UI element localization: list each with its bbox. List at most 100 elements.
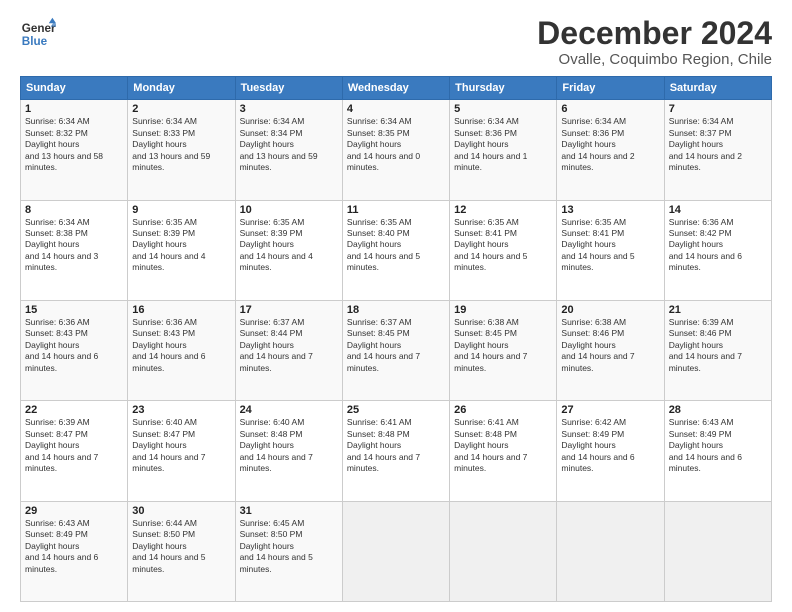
page: General Blue December 2024 Ovalle, Coqui…: [0, 0, 792, 612]
weekday-header-wednesday: Wednesday: [342, 77, 449, 100]
day-number: 8: [25, 204, 123, 216]
day-info: Sunrise: 6:39 AMSunset: 8:47 PMDaylight …: [25, 417, 123, 474]
day-info: Sunrise: 6:34 AMSunset: 8:35 PMDaylight …: [347, 116, 445, 173]
calendar-week-1: 1 Sunrise: 6:34 AMSunset: 8:32 PMDayligh…: [21, 100, 772, 200]
calendar-cell: 28 Sunrise: 6:43 AMSunset: 8:49 PMDaylig…: [664, 401, 771, 501]
day-number: 3: [240, 103, 338, 115]
calendar-cell: 6 Sunrise: 6:34 AMSunset: 8:36 PMDayligh…: [557, 100, 664, 200]
day-info: Sunrise: 6:35 AMSunset: 8:39 PMDaylight …: [132, 217, 230, 274]
calendar-week-2: 8 Sunrise: 6:34 AMSunset: 8:38 PMDayligh…: [21, 200, 772, 300]
day-info: Sunrise: 6:41 AMSunset: 8:48 PMDaylight …: [454, 417, 552, 474]
day-number: 11: [347, 204, 445, 216]
calendar-cell: 2 Sunrise: 6:34 AMSunset: 8:33 PMDayligh…: [128, 100, 235, 200]
day-info: Sunrise: 6:38 AMSunset: 8:45 PMDaylight …: [454, 317, 552, 374]
day-number: 2: [132, 103, 230, 115]
weekday-header-sunday: Sunday: [21, 77, 128, 100]
weekday-header-friday: Friday: [557, 77, 664, 100]
calendar-cell: 18 Sunrise: 6:37 AMSunset: 8:45 PMDaylig…: [342, 300, 449, 400]
calendar-cell: 12 Sunrise: 6:35 AMSunset: 8:41 PMDaylig…: [450, 200, 557, 300]
calendar-cell: 13 Sunrise: 6:35 AMSunset: 8:41 PMDaylig…: [557, 200, 664, 300]
calendar-cell: 9 Sunrise: 6:35 AMSunset: 8:39 PMDayligh…: [128, 200, 235, 300]
day-info: Sunrise: 6:45 AMSunset: 8:50 PMDaylight …: [240, 518, 338, 575]
weekday-header-saturday: Saturday: [664, 77, 771, 100]
day-info: Sunrise: 6:36 AMSunset: 8:43 PMDaylight …: [25, 317, 123, 374]
calendar-body: 1 Sunrise: 6:34 AMSunset: 8:32 PMDayligh…: [21, 100, 772, 602]
calendar-cell: 22 Sunrise: 6:39 AMSunset: 8:47 PMDaylig…: [21, 401, 128, 501]
day-number: 18: [347, 304, 445, 316]
day-number: 6: [561, 103, 659, 115]
day-info: Sunrise: 6:34 AMSunset: 8:36 PMDaylight …: [561, 116, 659, 173]
day-number: 22: [25, 404, 123, 416]
calendar-cell: 1 Sunrise: 6:34 AMSunset: 8:32 PMDayligh…: [21, 100, 128, 200]
title-block: December 2024 Ovalle, Coquimbo Region, C…: [537, 16, 772, 68]
svg-text:General: General: [22, 22, 56, 35]
calendar-cell: 24 Sunrise: 6:40 AMSunset: 8:48 PMDaylig…: [235, 401, 342, 501]
day-number: 19: [454, 304, 552, 316]
subtitle: Ovalle, Coquimbo Region, Chile: [537, 51, 772, 68]
day-info: Sunrise: 6:39 AMSunset: 8:46 PMDaylight …: [669, 317, 767, 374]
day-info: Sunrise: 6:42 AMSunset: 8:49 PMDaylight …: [561, 417, 659, 474]
calendar-cell: 16 Sunrise: 6:36 AMSunset: 8:43 PMDaylig…: [128, 300, 235, 400]
calendar-week-4: 22 Sunrise: 6:39 AMSunset: 8:47 PMDaylig…: [21, 401, 772, 501]
calendar-header-row: SundayMondayTuesdayWednesdayThursdayFrid…: [21, 77, 772, 100]
day-info: Sunrise: 6:35 AMSunset: 8:40 PMDaylight …: [347, 217, 445, 274]
calendar-cell: [664, 501, 771, 601]
day-number: 29: [25, 505, 123, 517]
day-number: 5: [454, 103, 552, 115]
main-title: December 2024: [537, 16, 772, 51]
day-number: 28: [669, 404, 767, 416]
day-number: 7: [669, 103, 767, 115]
calendar-cell: 26 Sunrise: 6:41 AMSunset: 8:48 PMDaylig…: [450, 401, 557, 501]
day-info: Sunrise: 6:40 AMSunset: 8:48 PMDaylight …: [240, 417, 338, 474]
day-info: Sunrise: 6:34 AMSunset: 8:34 PMDaylight …: [240, 116, 338, 173]
day-number: 1: [25, 103, 123, 115]
day-number: 30: [132, 505, 230, 517]
day-number: 10: [240, 204, 338, 216]
day-info: Sunrise: 6:34 AMSunset: 8:33 PMDaylight …: [132, 116, 230, 173]
calendar-cell: 21 Sunrise: 6:39 AMSunset: 8:46 PMDaylig…: [664, 300, 771, 400]
calendar-week-5: 29 Sunrise: 6:43 AMSunset: 8:49 PMDaylig…: [21, 501, 772, 601]
day-number: 26: [454, 404, 552, 416]
day-number: 12: [454, 204, 552, 216]
day-number: 16: [132, 304, 230, 316]
calendar-cell: 15 Sunrise: 6:36 AMSunset: 8:43 PMDaylig…: [21, 300, 128, 400]
svg-text:Blue: Blue: [22, 35, 48, 48]
calendar-cell: 10 Sunrise: 6:35 AMSunset: 8:39 PMDaylig…: [235, 200, 342, 300]
day-number: 31: [240, 505, 338, 517]
calendar-cell: 31 Sunrise: 6:45 AMSunset: 8:50 PMDaylig…: [235, 501, 342, 601]
calendar-cell: 3 Sunrise: 6:34 AMSunset: 8:34 PMDayligh…: [235, 100, 342, 200]
day-info: Sunrise: 6:36 AMSunset: 8:43 PMDaylight …: [132, 317, 230, 374]
logo: General Blue: [20, 16, 56, 52]
calendar-cell: 11 Sunrise: 6:35 AMSunset: 8:40 PMDaylig…: [342, 200, 449, 300]
day-number: 23: [132, 404, 230, 416]
day-number: 25: [347, 404, 445, 416]
day-number: 13: [561, 204, 659, 216]
calendar-cell: 23 Sunrise: 6:40 AMSunset: 8:47 PMDaylig…: [128, 401, 235, 501]
calendar-week-3: 15 Sunrise: 6:36 AMSunset: 8:43 PMDaylig…: [21, 300, 772, 400]
day-info: Sunrise: 6:34 AMSunset: 8:32 PMDaylight …: [25, 116, 123, 173]
calendar-cell: 4 Sunrise: 6:34 AMSunset: 8:35 PMDayligh…: [342, 100, 449, 200]
day-number: 9: [132, 204, 230, 216]
calendar-cell: 20 Sunrise: 6:38 AMSunset: 8:46 PMDaylig…: [557, 300, 664, 400]
day-number: 14: [669, 204, 767, 216]
day-info: Sunrise: 6:35 AMSunset: 8:39 PMDaylight …: [240, 217, 338, 274]
day-info: Sunrise: 6:36 AMSunset: 8:42 PMDaylight …: [669, 217, 767, 274]
day-info: Sunrise: 6:34 AMSunset: 8:36 PMDaylight …: [454, 116, 552, 173]
day-number: 27: [561, 404, 659, 416]
day-number: 15: [25, 304, 123, 316]
day-info: Sunrise: 6:44 AMSunset: 8:50 PMDaylight …: [132, 518, 230, 575]
logo-icon: General Blue: [20, 16, 56, 52]
calendar-table: SundayMondayTuesdayWednesdayThursdayFrid…: [20, 76, 772, 602]
day-info: Sunrise: 6:35 AMSunset: 8:41 PMDaylight …: [561, 217, 659, 274]
day-info: Sunrise: 6:43 AMSunset: 8:49 PMDaylight …: [25, 518, 123, 575]
calendar-cell: 8 Sunrise: 6:34 AMSunset: 8:38 PMDayligh…: [21, 200, 128, 300]
calendar-cell: 25 Sunrise: 6:41 AMSunset: 8:48 PMDaylig…: [342, 401, 449, 501]
day-number: 21: [669, 304, 767, 316]
day-number: 17: [240, 304, 338, 316]
day-info: Sunrise: 6:34 AMSunset: 8:38 PMDaylight …: [25, 217, 123, 274]
calendar-cell: 7 Sunrise: 6:34 AMSunset: 8:37 PMDayligh…: [664, 100, 771, 200]
calendar-cell: 29 Sunrise: 6:43 AMSunset: 8:49 PMDaylig…: [21, 501, 128, 601]
weekday-header-thursday: Thursday: [450, 77, 557, 100]
day-number: 20: [561, 304, 659, 316]
day-number: 4: [347, 103, 445, 115]
